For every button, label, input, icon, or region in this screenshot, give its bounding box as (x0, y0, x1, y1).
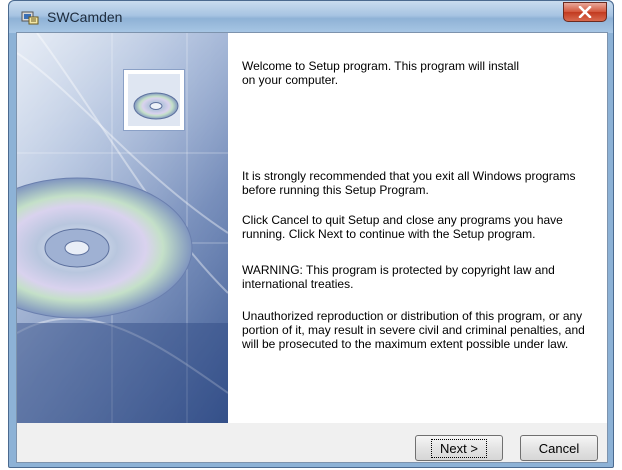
close-button[interactable] (563, 2, 607, 22)
cancel-button[interactable]: Cancel (520, 435, 598, 461)
copyright-warning-text: WARNING: This program is protected by co… (242, 263, 555, 291)
setup-banner-image (17, 33, 228, 423)
cancel-button-label: Cancel (538, 440, 580, 456)
dialog-client-area: Welcome to Setup program. This program w… (16, 32, 608, 463)
cd-icon (123, 69, 185, 131)
window-title: SWCamden (47, 9, 123, 25)
next-button-label: Next > (431, 438, 487, 458)
setup-app-icon (21, 11, 39, 25)
welcome-text: Welcome to Setup program. This program w… (242, 59, 519, 87)
cancel-next-instructions-text: Click Cancel to quit Setup and close any… (242, 213, 563, 241)
setup-window: SWCamden Welcome to Setup program. This … (8, 0, 614, 468)
welcome-content-panel: Welcome to Setup program. This program w… (228, 33, 607, 423)
next-button[interactable]: Next > (415, 435, 503, 461)
exit-programs-text: It is strongly recommended that you exit… (242, 169, 576, 197)
title-bar[interactable]: SWCamden (9, 1, 613, 33)
unauthorized-reproduction-text: Unauthorized reproduction or distributio… (242, 309, 585, 351)
close-icon (578, 6, 592, 18)
